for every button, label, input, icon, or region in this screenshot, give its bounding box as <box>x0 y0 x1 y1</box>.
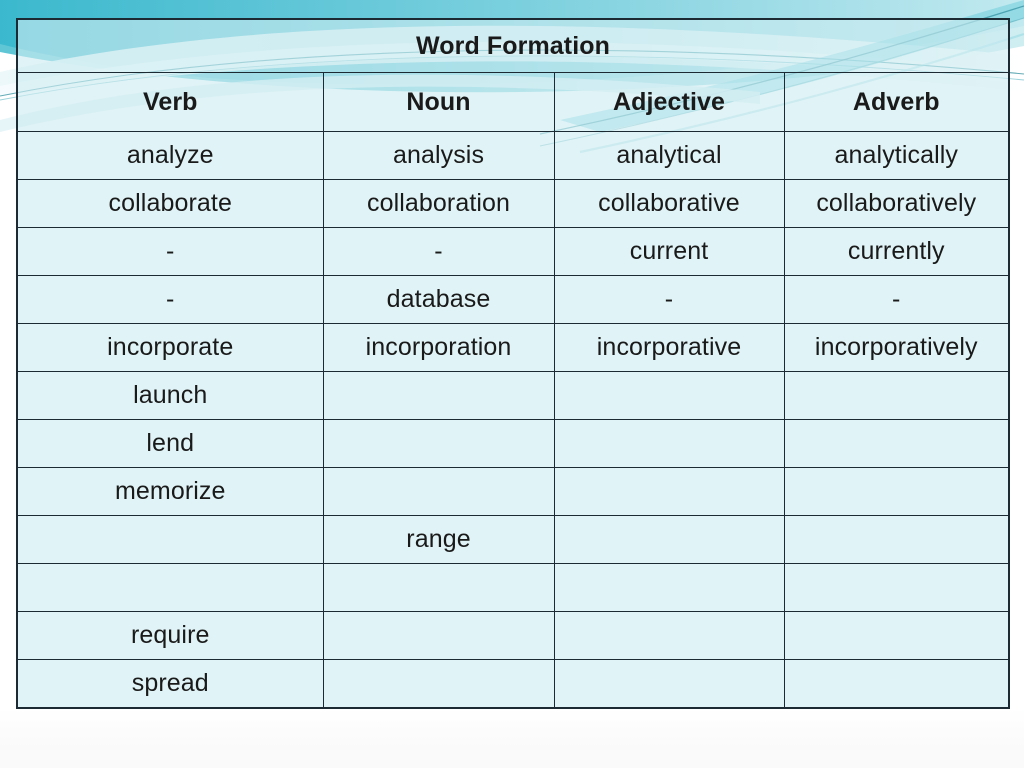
table-cell[interactable]: collaborate <box>16 179 324 228</box>
table-row: range <box>16 515 1010 564</box>
column-header-noun: Noun <box>322 72 555 132</box>
table-cell[interactable] <box>553 515 785 564</box>
table-header-row: Verb Noun Adjective Adverb <box>16 72 1010 132</box>
table-cell[interactable] <box>783 419 1010 468</box>
table-cell[interactable]: database <box>322 275 555 324</box>
column-header-adjective: Adjective <box>553 72 785 132</box>
table-row: incorporate incorporation incorporative inc… <box>16 323 1010 372</box>
table-cell[interactable] <box>783 371 1010 420</box>
table-cell[interactable] <box>322 419 555 468</box>
table-cell[interactable]: - <box>16 227 324 276</box>
table-cell[interactable] <box>783 515 1010 564</box>
word-formation-table: Word Formation Verb Noun Adjective Adver… <box>16 18 1011 709</box>
table-cell[interactable] <box>783 659 1010 709</box>
table-cell[interactable] <box>783 563 1010 612</box>
table-cell[interactable]: require <box>16 611 324 660</box>
table-row <box>16 563 1010 612</box>
table-cell[interactable] <box>783 611 1010 660</box>
table-row: memorize <box>16 467 1010 516</box>
table-cell[interactable] <box>553 467 785 516</box>
table-cell[interactable]: - <box>553 275 785 324</box>
slide-title: Word Formation <box>16 18 1010 73</box>
table-cell[interactable]: analytical <box>553 131 785 180</box>
table-cell[interactable] <box>16 563 324 612</box>
table-cell[interactable] <box>322 659 555 709</box>
table-row: launch <box>16 371 1010 420</box>
column-header-verb: Verb <box>16 72 324 132</box>
table-cell[interactable]: - <box>783 275 1010 324</box>
table-cell[interactable]: spread <box>16 659 324 709</box>
table-cell[interactable] <box>553 611 785 660</box>
table-row: collaborate collaboration collaborative col… <box>16 179 1010 228</box>
table-cell[interactable] <box>553 563 785 612</box>
table-cell[interactable] <box>16 515 324 564</box>
table-cell[interactable]: range <box>322 515 555 564</box>
table-cell[interactable] <box>553 419 785 468</box>
table-row: analyze analysis analytical analytically <box>16 131 1010 180</box>
table-row: require <box>16 611 1010 660</box>
table-cell[interactable] <box>322 611 555 660</box>
table-cell[interactable]: currently <box>783 227 1010 276</box>
table-cell[interactable]: collaboration <box>322 179 555 228</box>
table-cell[interactable]: incorporative <box>553 323 785 372</box>
table-cell[interactable]: memorize <box>16 467 324 516</box>
table-cell[interactable] <box>322 563 555 612</box>
table-cell[interactable] <box>322 467 555 516</box>
table-cell[interactable]: analysis <box>322 131 555 180</box>
column-header-adverb: Adverb <box>783 72 1010 132</box>
table-cell[interactable] <box>322 371 555 420</box>
table-cell[interactable]: launch <box>16 371 324 420</box>
table-cell[interactable]: collaborative <box>553 179 785 228</box>
table-cell[interactable]: incorporation <box>322 323 555 372</box>
table-cell[interactable]: incorporatively <box>783 323 1010 372</box>
table-cell[interactable]: incorporate <box>16 323 324 372</box>
table-cell[interactable]: current <box>553 227 785 276</box>
table-row: - database - - <box>16 275 1010 324</box>
table-cell[interactable]: analytically <box>783 131 1010 180</box>
table-cell[interactable]: lend <box>16 419 324 468</box>
table-cell[interactable] <box>553 659 785 709</box>
table-cell[interactable]: analyze <box>16 131 324 180</box>
table-cell[interactable]: - <box>16 275 324 324</box>
table-cell[interactable]: - <box>322 227 555 276</box>
table-row: spread <box>16 659 1010 709</box>
table-row: lend <box>16 419 1010 468</box>
table-cell[interactable]: collaboratively <box>783 179 1010 228</box>
table-row: - - current currently <box>16 227 1010 276</box>
table-title-row: Word Formation <box>16 18 1010 73</box>
table-cell[interactable] <box>553 371 785 420</box>
table-cell[interactable] <box>783 467 1010 516</box>
